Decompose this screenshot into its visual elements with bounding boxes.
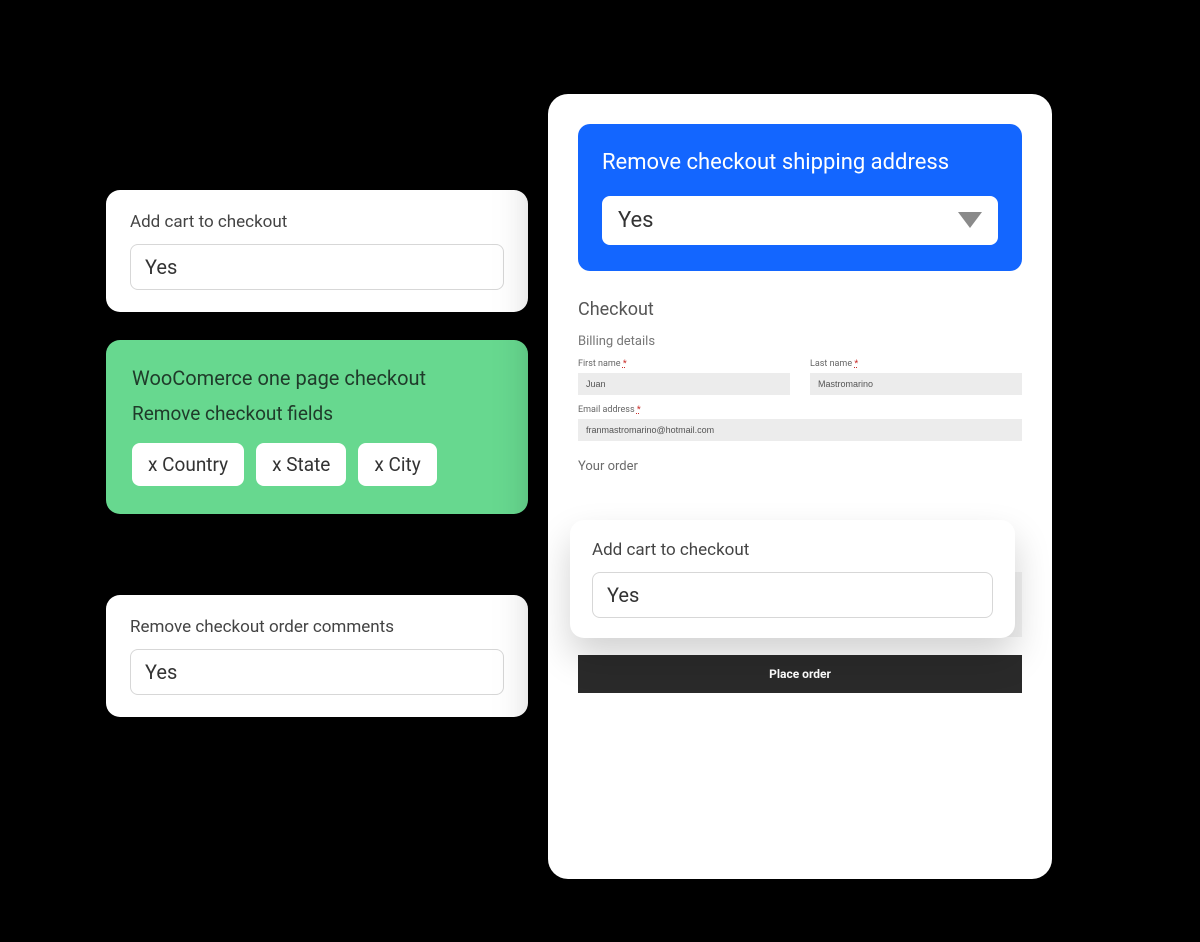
remove-shipping-card: Remove checkout shipping address Yes bbox=[578, 124, 1022, 271]
email-label: Email address * bbox=[578, 405, 1022, 415]
add-cart-label: Add cart to checkout bbox=[130, 212, 504, 232]
your-order-heading: Your order bbox=[578, 459, 1022, 474]
place-order-button[interactable]: Place order bbox=[578, 655, 1022, 693]
chip-row: x Country x State x City bbox=[132, 443, 502, 486]
last-name-label: Last name * bbox=[810, 359, 1022, 369]
overlay-value: Yes bbox=[607, 583, 639, 607]
add-cart-value: Yes bbox=[145, 255, 177, 279]
required-mark: * bbox=[854, 359, 858, 369]
first-name-field: First name * bbox=[578, 359, 790, 395]
last-name-input[interactable] bbox=[810, 373, 1022, 395]
email-field: Email address * bbox=[578, 405, 1022, 441]
remove-comments-select[interactable]: Yes bbox=[130, 649, 504, 695]
remove-shipping-select[interactable]: Yes bbox=[602, 196, 998, 245]
required-mark: * bbox=[637, 405, 641, 415]
add-cart-to-checkout-card: Add cart to checkout Yes bbox=[106, 190, 528, 312]
remove-comments-label: Remove checkout order comments bbox=[130, 617, 504, 637]
name-row: First name * Last name * bbox=[578, 359, 1022, 395]
first-name-label: First name * bbox=[578, 359, 790, 369]
green-subtitle: Remove checkout fields bbox=[132, 402, 502, 425]
chevron-down-icon bbox=[958, 212, 982, 228]
overlay-select[interactable]: Yes bbox=[592, 572, 993, 618]
overlay-label: Add cart to checkout bbox=[592, 540, 993, 560]
remove-shipping-title: Remove checkout shipping address bbox=[602, 148, 998, 178]
email-input[interactable] bbox=[578, 419, 1022, 441]
remove-comments-card: Remove checkout order comments Yes bbox=[106, 595, 528, 717]
billing-details-heading: Billing details bbox=[578, 334, 1022, 349]
green-title: WooComerce one page checkout bbox=[132, 366, 502, 390]
add-cart-select[interactable]: Yes bbox=[130, 244, 504, 290]
remove-shipping-value: Yes bbox=[618, 208, 654, 233]
chip-state[interactable]: x State bbox=[256, 443, 346, 486]
add-cart-overlay-card: Add cart to checkout Yes bbox=[570, 520, 1015, 638]
checkout-preview-panel: Remove checkout shipping address Yes Che… bbox=[548, 94, 1052, 879]
remove-comments-value: Yes bbox=[145, 660, 177, 684]
checkout-heading: Checkout bbox=[578, 299, 1022, 320]
last-name-field: Last name * bbox=[810, 359, 1022, 395]
chip-country[interactable]: x Country bbox=[132, 443, 244, 486]
first-name-input[interactable] bbox=[578, 373, 790, 395]
chip-city[interactable]: x City bbox=[358, 443, 436, 486]
remove-fields-card: WooComerce one page checkout Remove chec… bbox=[106, 340, 528, 514]
required-mark: * bbox=[623, 359, 627, 369]
